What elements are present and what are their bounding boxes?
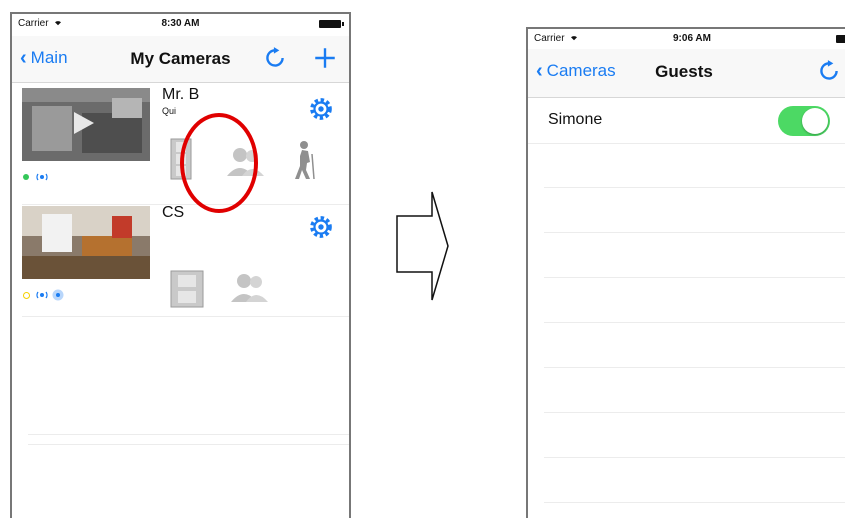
battery-icon (836, 35, 845, 43)
camera-name: CS (162, 204, 185, 221)
camera-row[interactable]: CS (22, 204, 349, 317)
plus-icon[interactable] (312, 45, 338, 71)
gear-icon[interactable] (308, 214, 334, 240)
gear-icon[interactable] (308, 96, 334, 122)
battery-icon (319, 20, 344, 28)
nav-bar: ‹ Cameras Guests (528, 49, 845, 98)
signal-icon (36, 291, 48, 299)
page-title: Guests (655, 62, 713, 81)
divider (544, 277, 845, 278)
divider (544, 502, 845, 503)
status-dot (23, 174, 29, 180)
share-icon (52, 289, 64, 301)
camera-name: Mr. B (162, 86, 200, 103)
divider (28, 434, 349, 435)
divider (544, 367, 845, 368)
divider (544, 187, 845, 188)
guest-toggle[interactable] (778, 106, 830, 136)
nav-bar: ‹ Main My Cameras (12, 36, 349, 83)
divider (544, 457, 845, 458)
refresh-icon[interactable] (262, 45, 288, 71)
refresh-icon[interactable] (816, 58, 842, 84)
arrow-right-icon (396, 191, 449, 301)
camera-thumbnail[interactable] (22, 206, 150, 279)
divider (544, 232, 845, 233)
phone-guests: Carrier 9:06 AM ‹ Cameras Guests Simone (526, 27, 845, 518)
divider (544, 322, 845, 323)
page-title: My Cameras (130, 49, 231, 68)
status-dot (23, 292, 30, 299)
status-time: 9:06 AM (673, 33, 711, 44)
phone-my-cameras: Carrier 8:30 AM ‹ Main My Cameras Mr. B … (10, 12, 351, 518)
status-bar: Carrier 9:06 AM (528, 29, 845, 51)
list-item[interactable]: Simone (528, 98, 845, 144)
camera-thumbnail[interactable] (22, 88, 150, 161)
toggle-knob (802, 108, 828, 134)
signal-icon (36, 173, 48, 181)
status-bar: Carrier 8:30 AM (12, 14, 349, 36)
camera-subtitle: Qui (162, 106, 177, 116)
guest-name: Simone (548, 111, 603, 128)
highlight-circle (180, 113, 258, 213)
guests-icon[interactable] (228, 272, 272, 304)
hiker-icon[interactable] (288, 140, 318, 180)
status-time: 8:30 AM (161, 18, 200, 29)
film-strip-icon[interactable] (170, 270, 204, 308)
divider (28, 444, 349, 445)
divider (544, 412, 845, 413)
